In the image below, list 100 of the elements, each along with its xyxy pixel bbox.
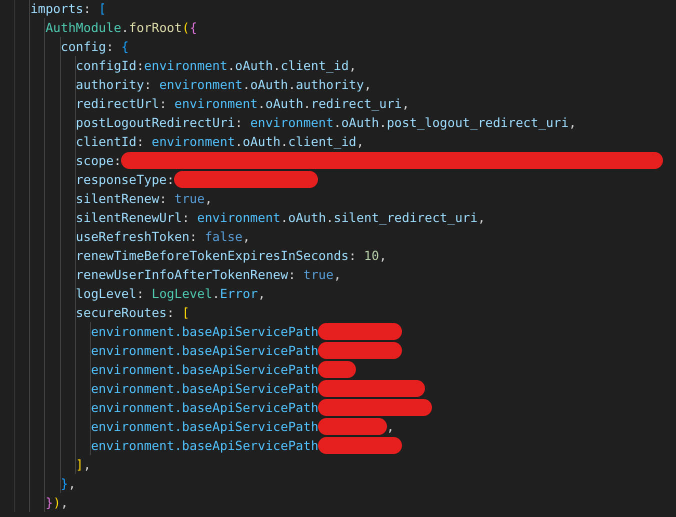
code-token: clientId [76, 133, 136, 151]
code-token: . [334, 114, 342, 132]
code-token: , [204, 190, 212, 208]
code-token: { [121, 38, 129, 56]
code-token: , [242, 228, 250, 246]
code-token: : [144, 76, 153, 94]
code-token: . [121, 19, 129, 37]
redaction-mark [318, 418, 387, 435]
code-token: . [326, 209, 334, 227]
code-token: : [348, 247, 358, 265]
code-token: logLevel [76, 285, 136, 303]
code-token: , [402, 95, 410, 113]
code-token: , [83, 456, 91, 474]
code-token: scope [76, 152, 114, 170]
code-token: . [235, 133, 243, 151]
code-token: true [174, 190, 205, 208]
code-token: environment [174, 95, 258, 113]
code-token: imports [30, 0, 84, 18]
code-token: , [258, 285, 266, 303]
code-token: , [68, 475, 76, 493]
code-token: : [106, 38, 115, 56]
code-token: LogLevel [152, 285, 212, 303]
code-token: : [159, 95, 168, 113]
code-token: , [478, 209, 486, 227]
code-token: , [364, 76, 372, 94]
code-token: useRefreshToken [76, 228, 190, 246]
code-token: redirect_uri [310, 95, 402, 113]
code-token: . [258, 95, 266, 113]
code-token: oAuth [341, 114, 380, 132]
code-token: authority [296, 76, 364, 94]
code-token: true [303, 266, 334, 284]
code-token: . [280, 133, 288, 151]
code-token: authority [76, 76, 144, 94]
code-token: : [136, 285, 146, 303]
code-token: environment.baseApiServicePath [90, 399, 318, 417]
code-token: environment.baseApiServicePath [90, 323, 318, 341]
code-token: config [60, 38, 106, 56]
code-token: : [235, 114, 244, 132]
code-token: ( [182, 19, 190, 37]
code-token: client_id [280, 57, 349, 75]
code-token: : [166, 304, 176, 322]
code-token: silent_redirect_uri [334, 209, 478, 227]
code-token: renewTimeBeforeTokenExpiresInSeconds [76, 247, 349, 265]
code-token: [ [182, 304, 190, 322]
code-token: oAuth [250, 76, 288, 94]
code-token: : [83, 0, 92, 18]
code-token: environment.baseApiServicePath [90, 342, 318, 360]
code-token: environment.baseApiServicePath [90, 437, 318, 455]
code-token: 10 [364, 247, 380, 265]
code-token: forRoot [128, 19, 182, 37]
code-token: environment [144, 57, 228, 75]
code-token: postLogoutRedirectUri [76, 114, 236, 132]
code-token: oAuth [288, 209, 326, 227]
code-token: , [348, 57, 356, 75]
code-token: post_logout_redirect_uri [386, 114, 569, 132]
code-token: environment [152, 133, 236, 151]
code-token: AuthModule [45, 19, 122, 37]
code-token: : [136, 57, 144, 75]
code-token: : [288, 266, 297, 284]
code-token: , [60, 494, 68, 512]
code-token: : [182, 209, 191, 227]
code-token: ) [53, 494, 61, 512]
code-token: environment.baseApiServicePath [90, 361, 318, 379]
code-token: ] [76, 456, 84, 474]
code-token: oAuth [265, 95, 304, 113]
code-token: redirectUrl [76, 95, 160, 113]
code-token: environment.baseApiServicePath [90, 380, 318, 398]
code-token: : [136, 133, 146, 151]
code-token: [ [98, 0, 106, 18]
code-token: environment [197, 209, 281, 227]
code-token: oAuth [235, 57, 273, 75]
code-token: oAuth [242, 133, 281, 151]
code-token: client_id [288, 133, 356, 151]
code-token: , [568, 114, 576, 132]
code-token: , [334, 266, 342, 284]
code-token: . [288, 76, 296, 94]
code-token: : [166, 171, 174, 189]
code-token: responseType [76, 171, 167, 189]
code-token: false [204, 228, 243, 246]
code-token: . [272, 57, 281, 75]
code-token: silentRenew [76, 190, 160, 208]
code-token: environment.baseApiServicePath [90, 418, 318, 436]
code-token: . [379, 114, 387, 132]
code-token: . [212, 285, 220, 303]
code-token: , [356, 133, 364, 151]
code-token: environment [250, 114, 334, 132]
code-token: . [303, 95, 311, 113]
redaction-mark [318, 361, 356, 378]
code-token: : [190, 228, 198, 246]
code-token: . [280, 209, 288, 227]
code-token: renewUserInfoAfterTokenRenew [76, 266, 288, 284]
code-token: . [242, 76, 250, 94]
code-token: , [379, 247, 387, 265]
code-token: { [190, 19, 198, 37]
code-token: configId [76, 57, 136, 75]
code-token: } [45, 494, 54, 512]
code-token: secureRoutes [76, 304, 167, 322]
code-token: } [60, 475, 68, 493]
code-token: Error [220, 285, 258, 303]
code-token: , [386, 418, 394, 436]
